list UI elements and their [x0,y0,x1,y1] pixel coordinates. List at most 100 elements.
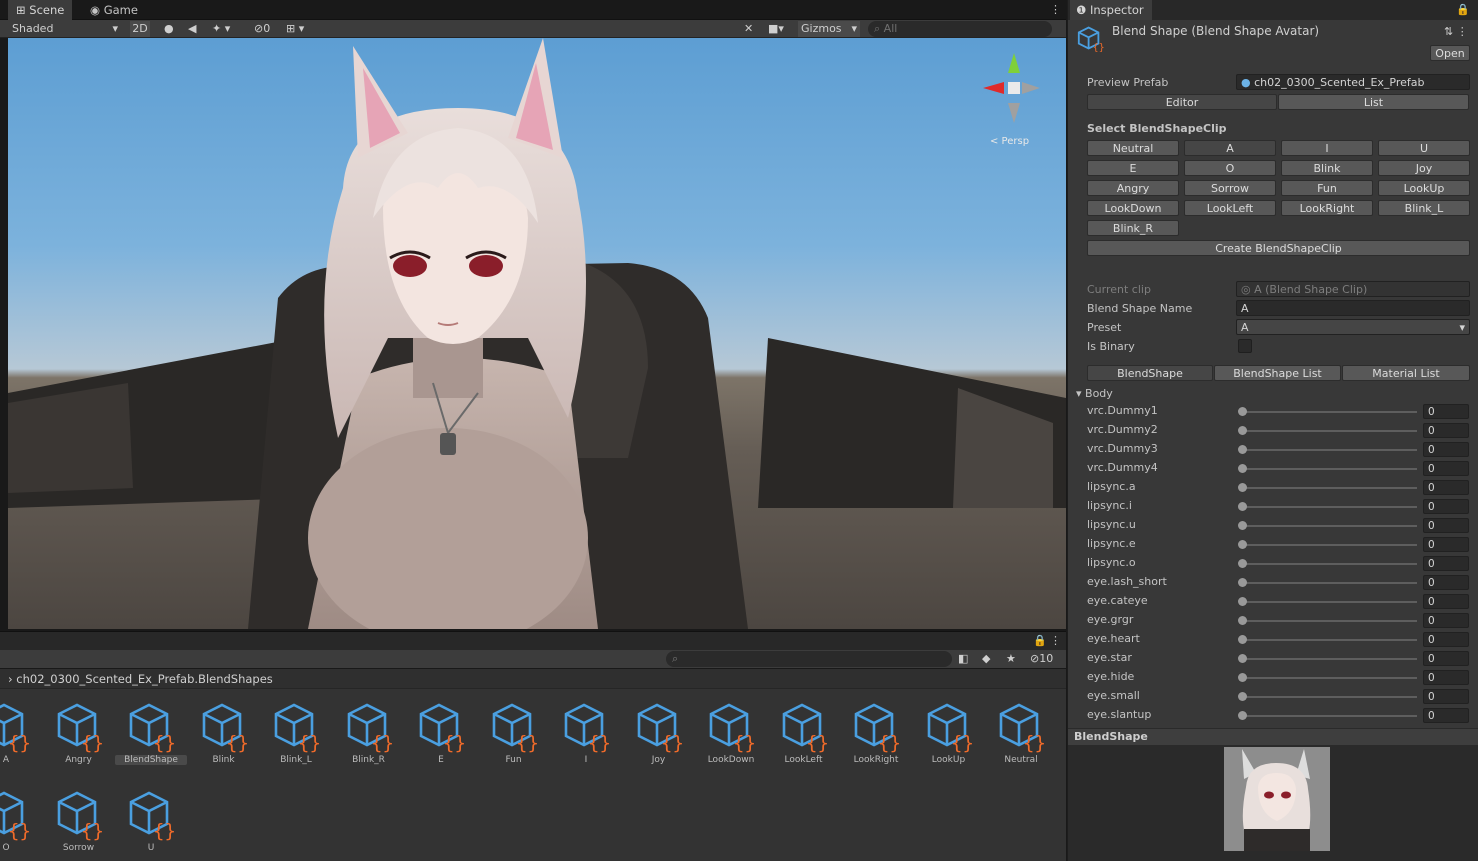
blendshape-slider-handle[interactable] [1238,673,1247,682]
clip-button[interactable]: E [1087,160,1179,176]
blendshape-slider-handle[interactable] [1238,711,1247,720]
hidden-packages-toggle[interactable]: ⊘10 [1030,651,1053,667]
tab-list[interactable]: List [1278,94,1469,110]
asset-item[interactable]: {} Blink_L [260,699,332,779]
orientation-gizmo[interactable]: < Persp [978,48,1040,147]
blendshape-slider-track[interactable] [1242,620,1417,622]
blendshape-value-input[interactable]: 0 [1423,575,1469,590]
blendshape-slider-track[interactable] [1242,601,1417,603]
tab-material-list[interactable]: Material List [1342,365,1470,381]
tab-inspector[interactable]: ❶ Inspector [1070,0,1152,20]
blendshape-slider-track[interactable] [1242,487,1417,489]
avatar-preview-image[interactable] [1224,747,1330,851]
camera-icon[interactable]: ■▾ [768,21,784,37]
clip-button[interactable]: Blink [1281,160,1373,176]
blendshape-slider-handle[interactable] [1238,692,1247,701]
asset-item[interactable]: {} U [115,787,187,861]
blendshape-slider-handle[interactable] [1238,616,1247,625]
blendshape-value-input[interactable]: 0 [1423,632,1469,647]
blendshape-slider-track[interactable] [1242,468,1417,470]
blendshape-value-input[interactable]: 0 [1423,708,1469,723]
asset-item[interactable]: {} LookRight [840,699,912,779]
asset-item[interactable]: {} I [550,699,622,779]
blendshape-slider-handle[interactable] [1238,445,1247,454]
blendshape-slider-handle[interactable] [1238,426,1247,435]
create-blendshapeclip-button[interactable]: Create BlendShapeClip [1087,240,1470,256]
blendshape-value-input[interactable]: 0 [1423,556,1469,571]
toggle-2d-button[interactable]: 2D [130,21,150,37]
asset-item[interactable]: {} E [405,699,477,779]
grid-toggle-icon[interactable]: ⊞ ▾ [286,21,304,37]
tab-scene[interactable]: ⊞ Scene [8,0,73,20]
asset-item[interactable]: {} Angry [43,699,115,779]
asset-item[interactable]: {} Blink [188,699,260,779]
asset-item[interactable]: {} Blink_R [333,699,405,779]
blendshape-value-input[interactable]: 0 [1423,613,1469,628]
asset-item[interactable]: {} O [0,787,42,861]
blendshape-slider-track[interactable] [1242,544,1417,546]
asset-item[interactable]: {} BlendShape [115,699,187,779]
asset-item[interactable]: {} LookLeft [768,699,840,779]
preset-dropdown[interactable]: A ▾ [1236,319,1470,335]
clip-button[interactable]: O [1184,160,1276,176]
asset-item[interactable]: {} Fun [478,699,550,779]
clip-button[interactable]: LookUp [1378,180,1470,196]
tools-icon[interactable]: ✕ [744,21,753,37]
clip-button[interactable]: I [1281,140,1373,156]
blendshape-slider-track[interactable] [1242,639,1417,641]
blendshape-value-input[interactable]: 0 [1423,442,1469,457]
clip-button[interactable]: Angry [1087,180,1179,196]
blendshape-slider-handle[interactable] [1238,635,1247,644]
clip-button[interactable]: Fun [1281,180,1373,196]
filter-by-label-icon[interactable]: ◆ [982,651,990,667]
open-button[interactable]: Open [1430,45,1470,61]
blendshape-slider-track[interactable] [1242,411,1417,413]
settings-icon[interactable]: ⇅ ⋮ [1444,24,1468,40]
blendshape-slider-handle[interactable] [1238,559,1247,568]
asset-item[interactable]: {} Joy [623,699,695,779]
blendshape-slider-track[interactable] [1242,563,1417,565]
clip-button[interactable]: Sorrow [1184,180,1276,196]
blendshape-slider-track[interactable] [1242,430,1417,432]
scene-search-input[interactable]: ⌕ All [868,21,1052,37]
clip-button[interactable]: Blink_R [1087,220,1179,236]
more-menu-icon[interactable]: ⋮ [1050,2,1061,18]
audio-toggle-icon[interactable]: ◀ [188,21,196,37]
blendshape-slider-track[interactable] [1242,677,1417,679]
blendshape-value-input[interactable]: 0 [1423,537,1469,552]
blendshape-slider-handle[interactable] [1238,521,1247,530]
perspective-label[interactable]: < Persp [990,136,1029,147]
asset-item[interactable]: {} A [0,699,42,779]
clip-button[interactable]: Joy [1378,160,1470,176]
body-foldout[interactable]: ▾ Body [1076,387,1113,400]
lock-icon[interactable]: 🔒 [1033,633,1047,649]
blendshape-slider-handle[interactable] [1238,464,1247,473]
effects-toggle-icon[interactable]: ✦ ▾ [212,21,230,37]
lighting-toggle-icon[interactable]: ● [164,21,174,37]
preview-prefab-field[interactable]: ● ch02_0300_Scented_Ex_Prefab [1236,74,1470,90]
blendshape-slider-track[interactable] [1242,449,1417,451]
tab-game[interactable]: ◉ Game [82,0,146,20]
project-search-input[interactable]: ⌕ [666,651,952,667]
blendshape-value-input[interactable]: 0 [1423,404,1469,419]
clip-button[interactable]: LookLeft [1184,200,1276,216]
blendshape-slider-track[interactable] [1242,715,1417,717]
blendshape-slider-handle[interactable] [1238,578,1247,587]
asset-item[interactable]: {} LookUp [913,699,985,779]
blendshape-value-input[interactable]: 0 [1423,689,1469,704]
clip-button[interactable]: LookDown [1087,200,1179,216]
tab-editor[interactable]: Editor [1087,94,1277,110]
blendshape-slider-track[interactable] [1242,696,1417,698]
asset-item[interactable]: {} Sorrow [43,787,115,861]
blendshape-value-input[interactable]: 0 [1423,499,1469,514]
clip-button[interactable]: A [1184,140,1276,156]
blendshape-value-input[interactable]: 0 [1423,518,1469,533]
blendshape-value-input[interactable]: 0 [1423,461,1469,476]
blendshape-value-input[interactable]: 0 [1423,480,1469,495]
blendshape-slider-handle[interactable] [1238,654,1247,663]
gizmos-dropdown[interactable]: Gizmos ▾ [798,21,860,37]
blendshape-slider-handle[interactable] [1238,502,1247,511]
blendshape-value-input[interactable]: 0 [1423,670,1469,685]
blendshape-slider-track[interactable] [1242,525,1417,527]
blendshape-slider-handle[interactable] [1238,407,1247,416]
